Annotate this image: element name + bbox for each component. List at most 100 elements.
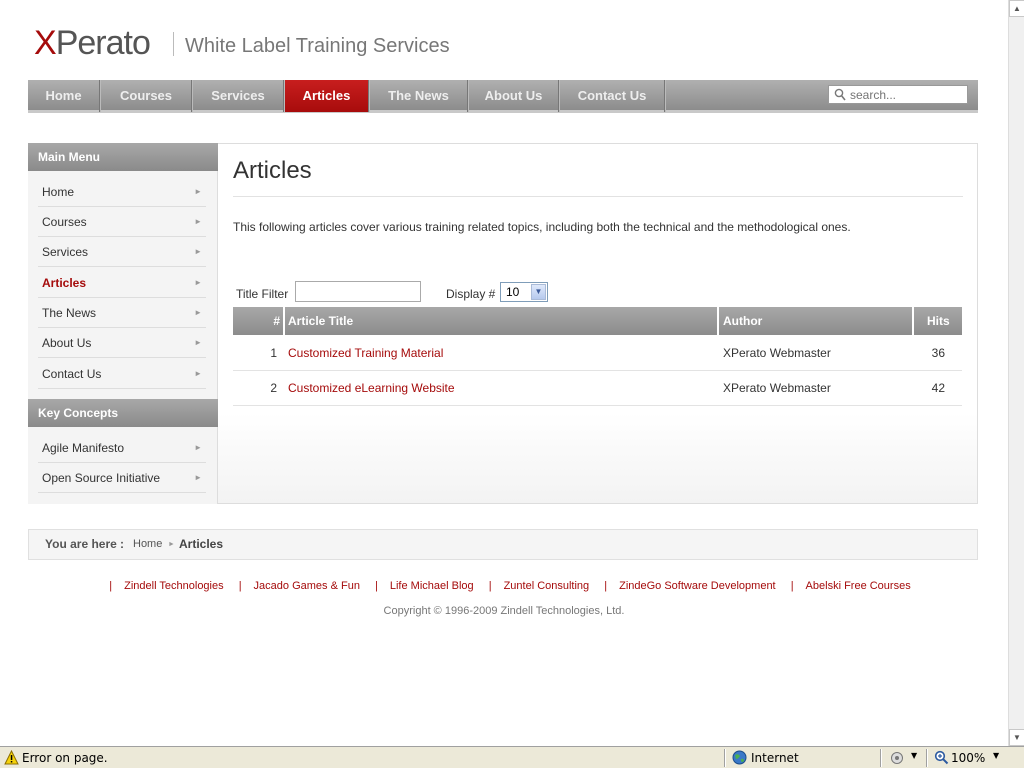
chevron-right-icon: ►: [194, 187, 202, 196]
footer-link-jacado[interactable]: Jacado Games & Fun: [254, 580, 360, 592]
sidebar-item-home[interactable]: Home ►: [38, 177, 206, 207]
footer-link-zuntel[interactable]: Zuntel Consulting: [504, 580, 590, 592]
nav-articles[interactable]: Articles: [285, 80, 369, 112]
security-zone: Internet: [751, 751, 799, 765]
vertical-scrollbar[interactable]: ▲ ▼: [1008, 0, 1024, 746]
logo-divider: [173, 32, 174, 56]
row-number: 1: [270, 346, 277, 360]
column-header-author[interactable]: Author: [723, 307, 762, 335]
column-header-title[interactable]: Article Title: [288, 307, 353, 335]
logo-rest: Perato: [55, 24, 151, 62]
sidebar-item-articles[interactable]: Articles ►: [38, 268, 206, 298]
key-concepts-heading: Key Concepts: [28, 399, 218, 427]
nav-services[interactable]: Services: [193, 80, 284, 112]
sidebar-item-courses[interactable]: Courses ►: [38, 207, 206, 237]
breadcrumb-home-link[interactable]: Home: [133, 530, 162, 559]
scroll-down-icon[interactable]: ▼: [1009, 729, 1024, 746]
title-filter-input[interactable]: [295, 281, 421, 302]
main-menu-heading: Main Menu: [28, 143, 218, 171]
chevron-right-icon: ►: [194, 247, 202, 256]
articles-table-header: # Article Title Author Hits: [233, 307, 962, 335]
copyright-text: Copyright © 1996-2009 Zindell Technologi…: [383, 605, 625, 617]
footer-separator: |: [488, 580, 492, 592]
chevron-down-icon[interactable]: ▼: [531, 284, 546, 300]
chevron-right-icon: ►: [168, 541, 175, 548]
page-title: Articles: [233, 157, 312, 184]
chevron-right-icon: ►: [194, 308, 202, 317]
sidebar-item-agile-manifesto[interactable]: Agile Manifesto ►: [38, 433, 206, 463]
footer-separator: |: [790, 580, 794, 592]
chevron-right-icon: ►: [194, 443, 202, 452]
breadcrumb: You are here : Home ► Articles: [28, 529, 978, 560]
zoom-level[interactable]: 100%: [951, 751, 985, 765]
sidebar-item-about-us[interactable]: About Us ►: [38, 328, 206, 358]
column-divider: [283, 307, 285, 335]
search-input[interactable]: [850, 87, 965, 102]
column-divider: [717, 307, 719, 335]
status-divider: [724, 749, 726, 767]
sidebar-item-label: Articles: [42, 276, 87, 290]
footer-link-zindego[interactable]: ZindeGo Software Development: [619, 580, 776, 592]
article-author: XPerato Webmaster: [723, 346, 831, 360]
sidebar-item-label: Courses: [42, 215, 87, 229]
search-box[interactable]: [828, 85, 968, 104]
sidebar-item-the-news[interactable]: The News ►: [38, 298, 206, 328]
status-message[interactable]: Error on page.: [22, 751, 108, 765]
browser-viewport: XPerato White Label Training Services Ho…: [0, 0, 1008, 746]
intro-text: This following articles cover various tr…: [233, 220, 851, 234]
breadcrumb-separator: :: [120, 537, 124, 551]
protected-mode-icon[interactable]: [889, 751, 905, 765]
footer-separator: |: [109, 580, 113, 592]
article-author: XPerato Webmaster: [723, 381, 831, 395]
display-count-value: 10: [506, 285, 520, 299]
footer-link-zindell[interactable]: Zindell Technologies: [124, 580, 223, 592]
chevron-right-icon: ►: [194, 338, 202, 347]
nav-courses[interactable]: Courses: [101, 80, 192, 112]
footer-separator: |: [604, 580, 608, 592]
title-filter-label: Title Filter: [236, 287, 289, 301]
footer-link-abelski[interactable]: Abelski Free Courses: [806, 580, 911, 592]
footer-separator: |: [238, 580, 242, 592]
site-tagline: White Label Training Services: [185, 35, 450, 57]
scroll-up-icon[interactable]: ▲: [1009, 0, 1024, 17]
sidebar-item-open-source-initiative[interactable]: Open Source Initiative ►: [38, 463, 206, 493]
row-number: 2: [270, 381, 277, 395]
column-header-hits[interactable]: Hits: [927, 307, 950, 335]
site-logo[interactable]: XPerato: [34, 24, 151, 64]
warning-icon[interactable]: [4, 750, 19, 765]
footer-links: | Zindell Technologies | Jacado Games & Fu…: [0, 580, 1008, 592]
chevron-down-icon[interactable]: ▼: [911, 751, 917, 760]
chevron-right-icon: ►: [194, 369, 202, 378]
status-divider: [880, 749, 882, 767]
nav-contact-us[interactable]: Contact Us: [560, 80, 665, 112]
article-hits: 42: [931, 381, 945, 395]
breadcrumb-current: Articles: [179, 537, 224, 551]
sidebar-item-label: About Us: [42, 336, 92, 350]
sidebar-item-label: Open Source Initiative: [42, 471, 161, 485]
zoom-icon[interactable]: [934, 750, 949, 765]
table-row: 2 Customized eLearning Website XPerato W…: [233, 371, 962, 406]
chevron-right-icon: ►: [194, 217, 202, 226]
footer-link-life-michael[interactable]: Life Michael Blog: [390, 580, 474, 592]
sidebar-item-label: Agile Manifesto: [42, 441, 125, 455]
article-title-link[interactable]: Customized eLearning Website: [288, 371, 455, 406]
sidebar-item-contact-us[interactable]: Contact Us ►: [38, 359, 206, 389]
article-hits: 36: [931, 346, 945, 360]
nav-home[interactable]: Home: [28, 80, 100, 112]
article-title-link[interactable]: Customized Training Material: [288, 336, 443, 371]
display-count-select[interactable]: 10 ▼: [500, 282, 548, 302]
main-navigation: Home Courses Services Articles The News …: [28, 80, 978, 113]
sidebar: Main Menu Home ► Courses ► Services ► Artic…: [28, 143, 218, 504]
nav-about-us[interactable]: About Us: [469, 80, 559, 112]
search-icon: [834, 88, 846, 101]
footer-separator: |: [375, 580, 378, 592]
nav-the-news[interactable]: The News: [370, 80, 468, 112]
title-divider: [233, 196, 963, 197]
display-count-label: Display #: [446, 287, 496, 301]
sidebar-item-services[interactable]: Services ►: [38, 237, 206, 267]
status-divider: [926, 749, 928, 767]
chevron-down-icon[interactable]: ▼: [993, 751, 999, 760]
browser-status-bar: Error on page. Internet ▼ 100% ▼: [0, 746, 1024, 768]
chevron-right-icon: ►: [194, 473, 202, 482]
column-header-number[interactable]: #: [233, 307, 280, 335]
